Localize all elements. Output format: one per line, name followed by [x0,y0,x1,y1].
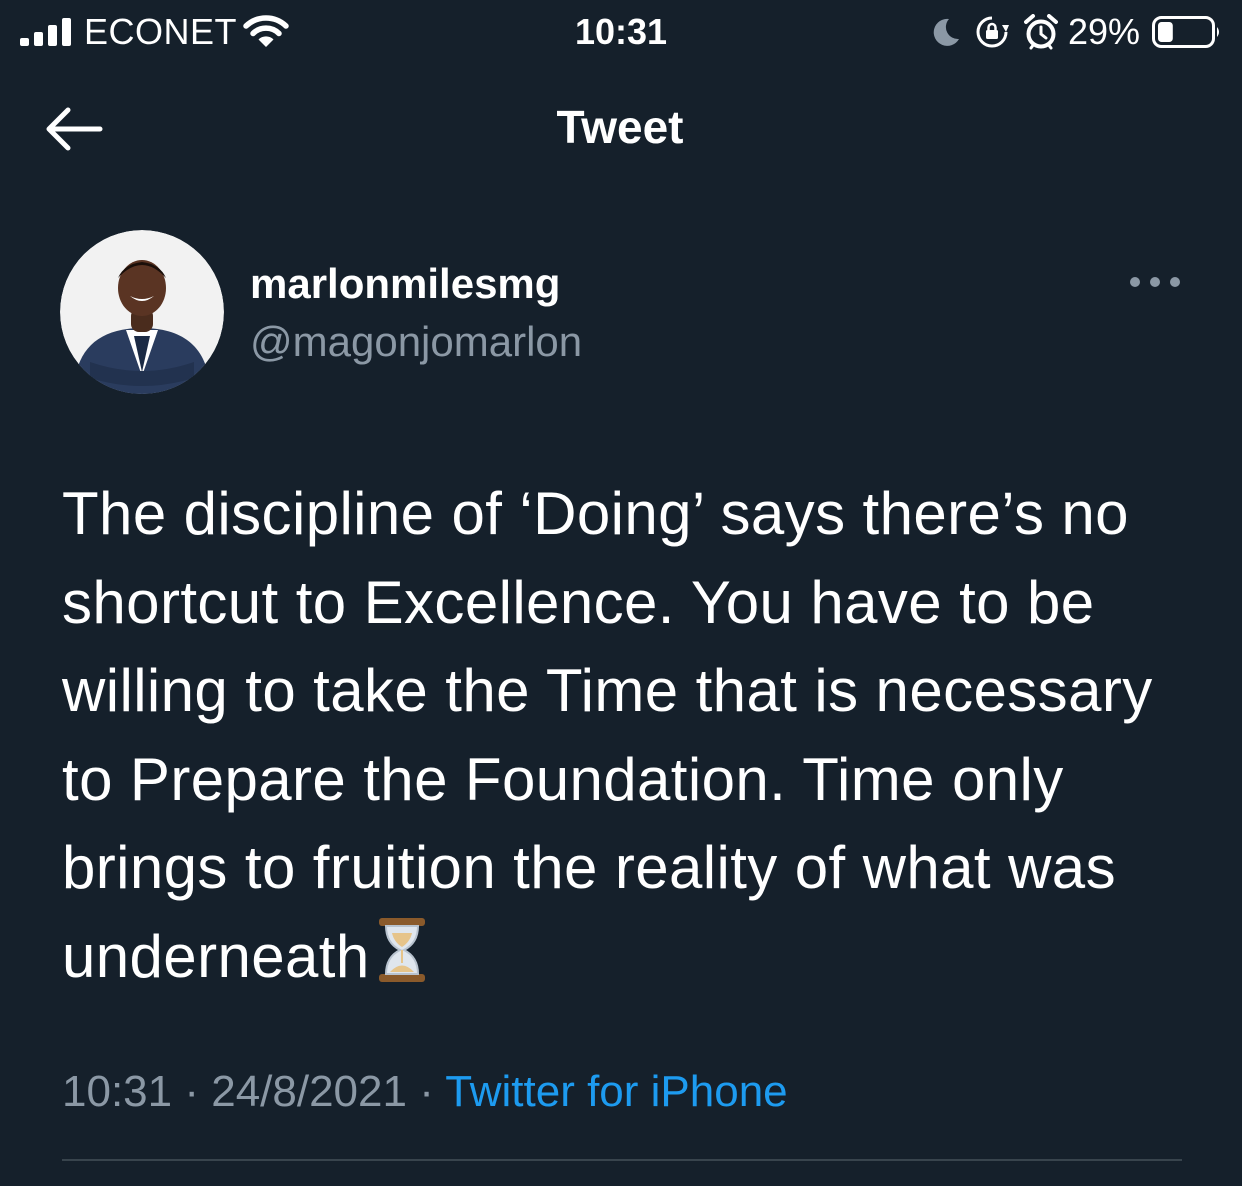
status-bar: ECONET 10:31 29% [0,0,1242,62]
user-handle[interactable]: @magonjomarlon [250,316,582,368]
orientation-lock-icon [976,16,1009,48]
battery-percentage: 29% [1068,11,1141,52]
divider [62,1159,1182,1161]
status-time: 10:31 [574,11,668,52]
signal-icon [20,18,71,46]
carrier-name: ECONET [84,11,238,52]
navigation-bar: Tweet [0,62,1242,190]
more-dots-icon[interactable] [1126,270,1184,294]
wifi-icon [243,15,289,47]
alarm-icon [1024,14,1058,50]
display-name[interactable]: marlonmilesmg [250,258,560,310]
tweet-body: The discipline of ‘Doing’ says there’s n… [62,480,1153,990]
tweet-source-link[interactable]: Twitter for iPhone [445,1067,787,1116]
back-arrow-icon[interactable] [44,106,104,152]
battery-icon [1152,16,1219,48]
moon-icon [933,18,959,46]
meta-separator: · [172,1067,212,1116]
tweet-date: 24/8/2021 [211,1067,407,1116]
tweet-time: 10:31 [62,1067,173,1116]
tweet-meta: 10:31 · 24/8/2021 · Twitter for iPhone [62,1064,788,1120]
page-title: Tweet [556,101,684,153]
tweet-text: The discipline of ‘Doing’ says there’s n… [62,470,1202,1001]
meta-separator: · [406,1067,446,1116]
hourglass-emoji [378,917,425,982]
avatar[interactable] [60,230,224,394]
